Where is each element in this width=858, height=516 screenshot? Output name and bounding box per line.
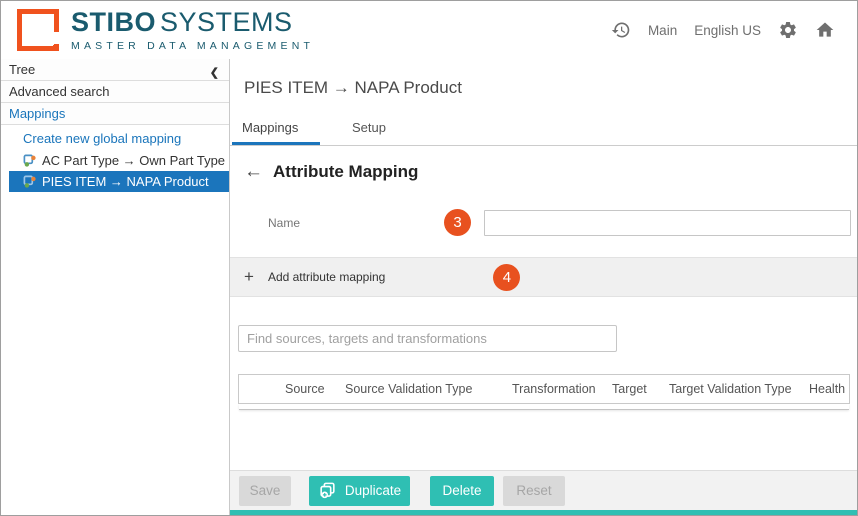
- plus-icon[interactable]: +: [244, 267, 254, 287]
- attribute-mapping-section: ← Attribute Mapping Name 3: [230, 146, 857, 257]
- app-header: STIBOSYSTEMS MASTER DATA MANAGEMENT Main…: [1, 1, 857, 59]
- gear-icon[interactable]: [778, 20, 798, 40]
- bottom-accent-strip: [230, 510, 857, 515]
- save-button[interactable]: Save: [239, 476, 291, 506]
- app-window: STIBOSYSTEMS MASTER DATA MANAGEMENT Main…: [0, 0, 858, 516]
- home-icon[interactable]: [815, 20, 835, 40]
- tab-bar: Mappings Setup: [230, 117, 857, 146]
- main-content: PIES ITEM → NAPA Product Mappings Setup …: [230, 59, 857, 515]
- logo-square-icon: [17, 9, 59, 51]
- sidebar-item-mappings[interactable]: Mappings: [1, 103, 229, 125]
- mapping-item-pies-item-selected[interactable]: PIES ITEM → NAPA Product: [9, 171, 229, 192]
- name-input[interactable]: [484, 210, 851, 236]
- add-attribute-mapping-row[interactable]: + Add attribute mapping 4: [230, 257, 857, 297]
- column-header-target-validation-type: Target Validation Type: [669, 382, 792, 396]
- reset-button[interactable]: Reset: [503, 476, 565, 506]
- header-controls: Main English US: [611, 20, 857, 40]
- step-badge-4: 4: [493, 264, 520, 291]
- duplicate-button[interactable]: Duplicate: [309, 476, 410, 506]
- language-selector[interactable]: English US: [694, 23, 761, 38]
- sidebar-item-tree-label: Tree: [9, 62, 35, 77]
- tab-setup[interactable]: Setup: [342, 117, 422, 145]
- logo-text: STIBOSYSTEMS MASTER DATA MANAGEMENT: [71, 9, 314, 52]
- brand-name-bold: STIBO: [71, 7, 156, 37]
- add-attribute-mapping-label[interactable]: Add attribute mapping: [268, 270, 385, 284]
- sidebar-item-advanced-search-label: Advanced search: [9, 84, 109, 99]
- column-header-target: Target: [612, 382, 647, 396]
- create-new-global-mapping-link[interactable]: Create new global mapping: [1, 128, 229, 150]
- delete-button[interactable]: Delete: [430, 476, 494, 506]
- left-sidebar: Tree ❮ Advanced search Mappings Create n…: [1, 59, 230, 515]
- stibo-systems-logo: STIBOSYSTEMS MASTER DATA MANAGEMENT: [17, 9, 314, 52]
- mapping-item-label: PIES ITEM → NAPA Product: [42, 171, 209, 192]
- sidebar-item-mappings-label: Mappings: [9, 106, 65, 121]
- mappings-table: Source Source Validation Type Transforma…: [230, 374, 857, 410]
- main-menu-link[interactable]: Main: [648, 23, 677, 38]
- mapping-item-ac-part-type[interactable]: AC Part Type → Own Part Type: [1, 150, 229, 171]
- mapping-icon: [23, 175, 36, 188]
- back-arrow-icon[interactable]: ←: [244, 162, 263, 182]
- attribute-mapping-heading: Attribute Mapping: [273, 162, 418, 182]
- brand-tagline: MASTER DATA MANAGEMENT: [71, 40, 314, 52]
- mapping-icon: [23, 154, 36, 167]
- action-footer: Save Duplicate Delete Reset: [230, 470, 857, 510]
- sidebar-item-advanced-search[interactable]: Advanced search: [1, 81, 229, 103]
- duplicate-button-label: Duplicate: [345, 483, 401, 498]
- step-badge-3: 3: [444, 209, 471, 236]
- duplicate-icon: [318, 481, 337, 500]
- page-title: PIES ITEM → NAPA Product: [244, 78, 462, 98]
- name-label: Name: [268, 216, 444, 230]
- history-icon[interactable]: [611, 20, 631, 40]
- table-header-row: Source Source Validation Type Transforma…: [238, 374, 850, 404]
- sidebar-item-tree[interactable]: Tree ❮: [1, 59, 229, 81]
- tab-mappings[interactable]: Mappings: [232, 117, 320, 145]
- column-header-source-validation-type: Source Validation Type: [345, 382, 472, 396]
- mapping-item-label: AC Part Type → Own Part Type: [42, 150, 225, 171]
- search-input[interactable]: [238, 325, 617, 352]
- brand-name-light: SYSTEMS: [160, 7, 293, 37]
- column-header-health: Health: [809, 382, 845, 396]
- column-header-source: Source: [285, 382, 325, 396]
- column-header-transformation: Transformation: [512, 382, 596, 396]
